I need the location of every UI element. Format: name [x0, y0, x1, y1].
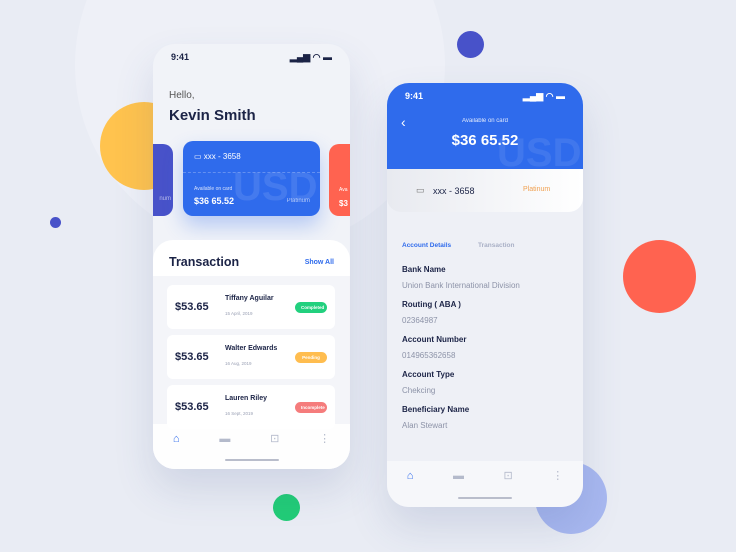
account-details-screen: 9:41 ▂▄▆ ◠ ▬ USD ‹ Available on card $36 … — [387, 83, 583, 507]
card-icon[interactable]: ▬ — [219, 433, 230, 445]
home-screen: 9:41 ▂▄▆ ◠ ▬ Hello, Kevin Smith num USD ▭… — [153, 44, 350, 469]
card-prev[interactable]: num — [153, 144, 173, 216]
status-badge: Completed — [295, 301, 327, 313]
transaction-row[interactable]: $53.65 Tiffany Aguilar 15 April, 2019 Compl… — [167, 285, 335, 329]
more-icon[interactable]: ⋮ — [319, 432, 330, 445]
transaction-row[interactable]: $53.65 Walter Edwards 16 Aug, 2019 Pending — [167, 335, 335, 379]
home-indicator — [458, 497, 512, 499]
transaction-title: Transaction — [169, 255, 240, 269]
home-icon[interactable]: ⌂ — [407, 470, 414, 482]
more-icon[interactable]: ⋮ — [552, 469, 563, 482]
card-balance: $36 65.52 — [194, 196, 235, 206]
bg-indigo-circle — [457, 31, 484, 58]
tab-transaction[interactable]: Transaction — [478, 242, 514, 249]
bg-indigo-dot — [50, 217, 61, 228]
card-icon: ▭ — [416, 185, 425, 195]
status-badge: Pending — [295, 351, 327, 363]
status-time: 9:41 — [171, 52, 190, 62]
bg-red-circle — [623, 240, 696, 313]
card-tier: Platinum — [286, 198, 310, 204]
show-all-link[interactable]: Show All — [305, 259, 334, 266]
tab-account-details[interactable]: Account Details — [402, 242, 451, 249]
bg-green-circle — [273, 494, 300, 521]
card-number: xxx - 3658 — [433, 186, 475, 196]
bottom-nav — [153, 424, 350, 469]
greeting: Hello, — [169, 90, 195, 101]
balance: $36 65.52 — [451, 132, 519, 149]
card-strip[interactable]: ▭ xxx - 3658 Platinum — [387, 169, 583, 212]
avail-label: Available on card — [462, 118, 508, 124]
header: 9:41 ▂▄▆ ◠ ▬ USD ‹ Available on card $36 … — [387, 83, 583, 175]
card-next[interactable]: Ava $3 — [329, 144, 350, 216]
card-icon[interactable]: ▬ — [453, 470, 464, 482]
card-tier: Platinum — [523, 186, 551, 193]
transfer-icon[interactable]: ⊡ — [270, 432, 279, 445]
card-main[interactable]: USD ▭ xxx - 3658 Available on card $36 6… — [183, 141, 320, 216]
status-badge: Incomplete — [295, 401, 327, 413]
transaction-row[interactable]: $53.65 Lauren Riley 16 Sept, 2019 Incomplet… — [167, 385, 335, 429]
home-icon[interactable]: ⌂ — [173, 433, 180, 445]
status-icons: ▂▄▆ ◠ ▬ — [289, 52, 332, 62]
home-indicator — [225, 459, 279, 461]
transfer-icon[interactable]: ⊡ — [503, 469, 512, 482]
card-number: xxx - 3658 — [203, 152, 241, 161]
card-icon: ▭ — [194, 152, 204, 161]
divider — [183, 172, 320, 173]
account-fields: Bank Name Union Bank International Divisi… — [402, 265, 520, 430]
user-name: Kevin Smith — [169, 107, 256, 124]
avail-label: Available on card — [194, 186, 233, 192]
bottom-nav — [387, 461, 583, 507]
